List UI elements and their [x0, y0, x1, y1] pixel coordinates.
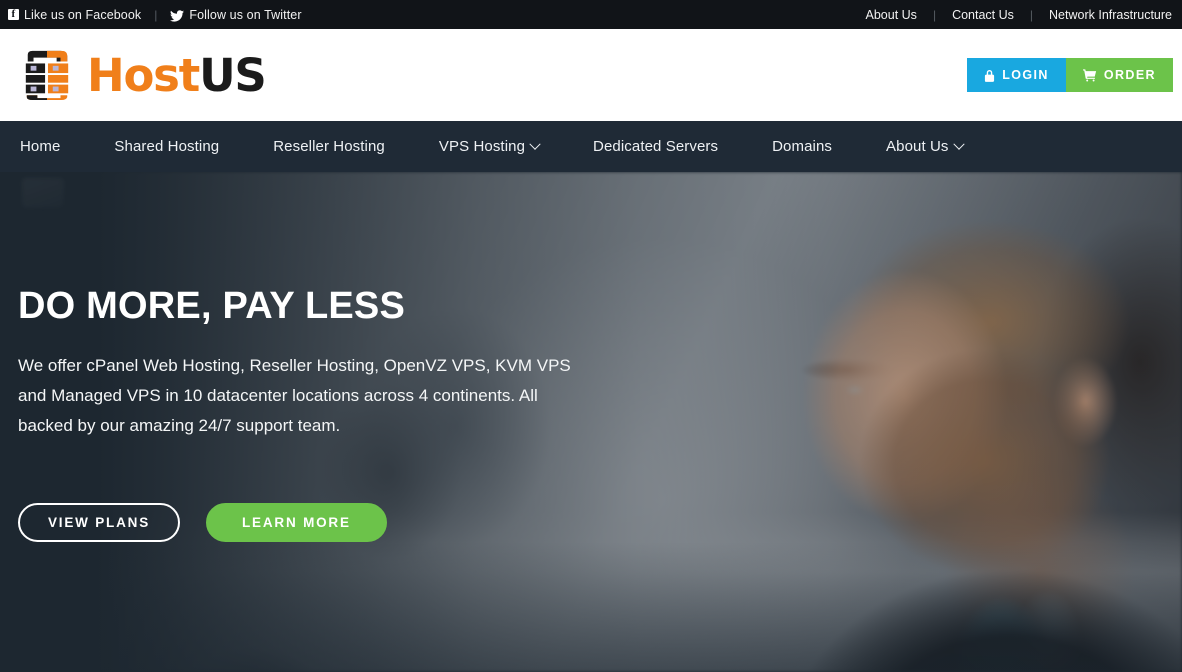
site-header: HostUS LOGIN ORDER: [0, 29, 1182, 121]
logo-text-host: Host: [87, 48, 200, 102]
hero-subtitle: We offer cPanel Web Hosting, Reseller Ho…: [18, 356, 571, 435]
twitter-link-label: Follow us on Twitter: [189, 7, 302, 22]
login-button[interactable]: LOGIN: [967, 58, 1066, 92]
nav-item-about-us[interactable]: About Us: [886, 138, 965, 155]
view-plans-button[interactable]: VIEW PLANS: [18, 503, 181, 542]
logo-text-us: US: [199, 48, 267, 102]
lock-icon: [984, 69, 995, 82]
chevron-down-icon: [529, 138, 541, 150]
topbar-link-network-infrastructure[interactable]: Network Infrastructure: [1049, 8, 1172, 22]
social-links-group: Like us on Facebook | Follow us on Twitt…: [8, 8, 302, 22]
nav-item-shared-hosting[interactable]: Shared Hosting: [114, 138, 219, 155]
learn-more-button[interactable]: LEARN MORE: [206, 503, 387, 542]
hero-button-group: VIEW PLANS LEARN MORE: [18, 503, 638, 542]
topbar-separator-2: |: [932, 7, 937, 22]
nav-item-home-label: Home: [20, 138, 61, 155]
nav-item-domains-label: Domains: [772, 138, 833, 155]
twitter-link[interactable]: Follow us on Twitter: [170, 7, 302, 22]
nav-item-domains[interactable]: Domains: [772, 138, 832, 155]
topbar-link-contact-us[interactable]: Contact Us: [952, 8, 1014, 22]
header-actions: LOGIN ORDER: [967, 58, 1173, 92]
main-navigation: Home Shared Hosting Reseller Hosting VPS…: [0, 121, 1182, 172]
hero-section: DO MORE, PAY LESS We offer cPanel Web Ho…: [0, 172, 1182, 672]
nav-item-about-us-label: About Us: [886, 138, 949, 155]
hero-content: DO MORE, PAY LESS We offer cPanel Web Ho…: [18, 172, 638, 672]
chevron-down-icon: [952, 138, 965, 150]
topbar-link-about-us[interactable]: About Us: [866, 8, 917, 22]
nav-item-reseller-hosting[interactable]: Reseller Hosting: [273, 138, 385, 155]
topbar-links-group: About Us | Contact Us | Network Infrastr…: [866, 8, 1172, 22]
login-button-label: LOGIN: [1002, 68, 1049, 82]
cart-icon: [1082, 68, 1097, 82]
nav-item-dedicated-servers[interactable]: Dedicated Servers: [593, 138, 718, 155]
facebook-link-label: Like us on Facebook: [24, 7, 142, 22]
nav-item-shared-hosting-label: Shared Hosting: [114, 138, 220, 155]
server-rack-logo-icon: [18, 49, 76, 101]
nav-item-home[interactable]: Home: [20, 138, 60, 155]
site-logo[interactable]: HostUS: [18, 49, 267, 101]
nav-item-reseller-hosting-label: Reseller Hosting: [273, 138, 385, 155]
top-utility-bar: Like us on Facebook | Follow us on Twitt…: [0, 0, 1182, 29]
facebook-icon: [8, 8, 19, 21]
order-button-label: ORDER: [1103, 68, 1156, 82]
nav-item-vps-hosting[interactable]: VPS Hosting: [438, 138, 541, 155]
hero-title: DO MORE, PAY LESS: [18, 285, 406, 327]
order-button[interactable]: ORDER: [1065, 58, 1173, 92]
logo-text: HostUS: [87, 53, 267, 98]
twitter-icon: [170, 9, 185, 22]
facebook-link[interactable]: Like us on Facebook: [8, 8, 141, 22]
nav-item-vps-hosting-label: VPS Hosting: [438, 138, 526, 155]
topbar-separator-3: |: [1029, 7, 1034, 22]
topbar-separator-1: |: [154, 7, 158, 22]
nav-item-dedicated-servers-label: Dedicated Servers: [593, 138, 719, 155]
